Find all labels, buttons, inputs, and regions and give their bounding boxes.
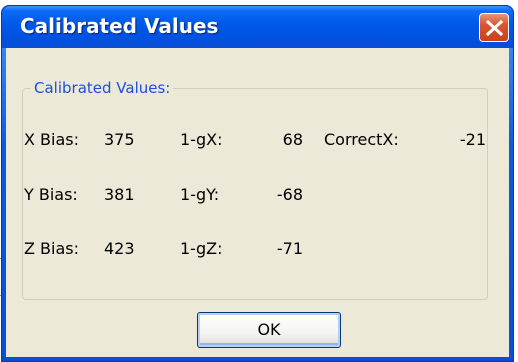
z-bias-value: 423 — [104, 239, 135, 258]
x-bias-value: 375 — [104, 130, 135, 149]
z-bias-label: Z Bias: — [24, 239, 79, 258]
x-1g-value: 68 — [282, 130, 303, 149]
x-bias-label: X Bias: — [24, 130, 79, 149]
group-title: Calibrated Values: — [31, 79, 174, 97]
y-bias-value: 381 — [104, 185, 135, 204]
dialog-client-area: Calibrated Values: X Bias: 375 1-gX: 68 … — [6, 48, 509, 357]
ok-button[interactable]: OK — [197, 312, 341, 348]
y-bias-label: Y Bias: — [24, 185, 78, 204]
calibrated-values-group: Calibrated Values: X Bias: 375 1-gX: 68 … — [22, 79, 488, 300]
close-button[interactable] — [479, 13, 509, 42]
y-1g-value: -68 — [276, 185, 303, 204]
close-icon — [486, 20, 503, 36]
calibrated-values-dialog: Calibrated Values Calibrated Values: X B… — [1, 5, 514, 362]
z-1g-label: 1-gZ: — [180, 239, 223, 258]
title-bar[interactable]: Calibrated Values — [2, 6, 513, 48]
x-1g-label: 1-gX: — [180, 130, 223, 149]
y-1g-label: 1-gY: — [180, 185, 220, 204]
z-1g-value: -71 — [276, 239, 303, 258]
correct-x-label: CorrectX: — [324, 130, 399, 149]
window-title: Calibrated Values — [20, 14, 219, 38]
correct-x-value: -21 — [459, 130, 486, 149]
